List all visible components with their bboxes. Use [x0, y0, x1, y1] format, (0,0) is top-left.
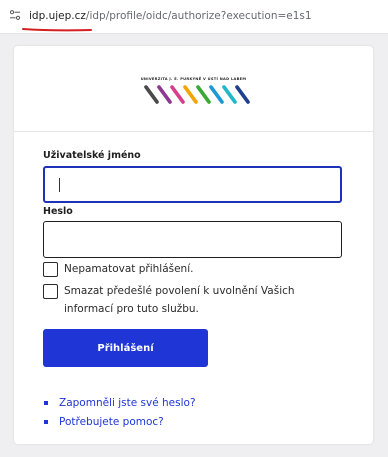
logo-stripe	[222, 85, 237, 104]
forgot-password-link[interactable]: Zapomněli jste své heslo?	[59, 397, 196, 409]
dont-remember-checkbox[interactable]	[43, 262, 58, 277]
username-label: Uživatelské jméno	[43, 150, 141, 161]
bullet-icon	[44, 420, 48, 424]
logo-stripe	[209, 85, 224, 104]
annotation-underline	[22, 28, 92, 32]
text-caret	[59, 178, 60, 192]
logo-stripe	[235, 85, 250, 104]
url-path: /idp/profile/oidc/authorize?execution=e1…	[85, 10, 312, 22]
login-card: UNIVERZITA J. E. PURKYNĚ V ÚSTÍ NAD LABE…	[14, 46, 373, 444]
site-settings-icon[interactable]	[9, 9, 21, 21]
clear-consent-checkbox[interactable]	[43, 284, 58, 299]
logo-stripe	[170, 85, 185, 104]
logo-stripe	[157, 85, 172, 104]
list-item-need-help: Potřebujete pomoc?	[44, 416, 164, 428]
address-bar[interactable]: idp.ujep.cz/idp/profile/oidc/authorize?e…	[0, 0, 388, 34]
password-input[interactable]	[43, 221, 342, 258]
password-label: Heslo	[43, 206, 73, 217]
university-name: UNIVERZITA J. E. PURKYNĚ V ÚSTÍ NAD LABE…	[140, 77, 247, 81]
url-text[interactable]: idp.ujep.cz/idp/profile/oidc/authorize?e…	[29, 9, 312, 23]
logo-stripes	[144, 85, 250, 104]
username-input[interactable]	[43, 166, 342, 203]
need-help-link[interactable]: Potřebujete pomoc?	[59, 416, 164, 428]
list-item-forgot-password: Zapomněli jste své heslo?	[44, 397, 196, 409]
login-button[interactable]: Přihlášení	[43, 329, 208, 367]
dont-remember-label[interactable]: Nepamatovat přihlášení.	[64, 262, 193, 277]
bullet-icon	[44, 401, 48, 405]
logo-stripe	[196, 85, 211, 104]
url-host: idp.ujep.cz	[29, 10, 86, 22]
logo-stripe	[183, 85, 198, 104]
university-logo: UNIVERZITA J. E. PURKYNĚ V ÚSTÍ NAD LABE…	[14, 46, 373, 132]
logo-stripe	[144, 85, 159, 104]
clear-consent-label-line1[interactable]: Smazat předešlé povolení k uvolnění Vaši…	[64, 284, 295, 299]
clear-consent-label-line2[interactable]: informací pro tuto službu.	[64, 302, 199, 317]
